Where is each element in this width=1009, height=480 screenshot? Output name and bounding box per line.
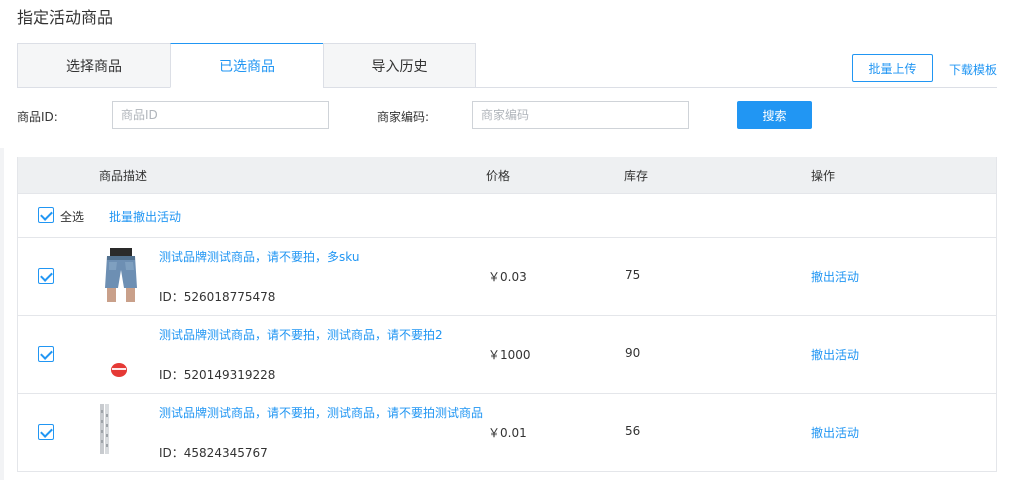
- product-stock: 75: [625, 268, 641, 282]
- header-price: 价格: [486, 169, 511, 183]
- merchant-code-input[interactable]: [472, 101, 689, 129]
- product-id: ID：526018775478: [159, 290, 276, 304]
- product-stock: 90: [625, 346, 641, 360]
- bulk-withdraw-link[interactable]: 批量撤出活动: [109, 208, 181, 225]
- product-id-input[interactable]: [112, 101, 329, 129]
- table-header: 商品描述 价格 库存 操作: [18, 157, 996, 193]
- product-id-label: 商品ID:: [17, 110, 58, 124]
- product-id: ID：45824345767: [159, 446, 268, 460]
- tab-bar: 选择商品 已选商品 导入历史: [17, 43, 476, 88]
- tab-import-history[interactable]: 导入历史: [323, 43, 476, 88]
- withdraw-link[interactable]: 撤出活动: [811, 346, 859, 363]
- search-button[interactable]: 搜索: [737, 101, 812, 129]
- red-badge-image: [100, 326, 142, 380]
- product-price: ￥1000: [488, 348, 531, 362]
- tab-selected-products[interactable]: 已选商品: [170, 43, 323, 88]
- download-template-link[interactable]: 下载模板: [949, 61, 997, 78]
- denim-shorts-image: [100, 248, 142, 302]
- row-checkbox[interactable]: [38, 424, 54, 440]
- row-checkbox[interactable]: [38, 346, 54, 362]
- tab-select-products[interactable]: 选择商品: [17, 43, 170, 88]
- withdraw-link[interactable]: 撤出活动: [811, 424, 859, 441]
- product-id: ID：520149319228: [159, 368, 276, 382]
- side-strip: [0, 148, 4, 480]
- table-row: 测试品牌测试商品，请不要拍，测试商品，请不要拍2 ID：520149319228…: [18, 315, 996, 393]
- withdraw-link[interactable]: 撤出活动: [811, 268, 859, 285]
- table-row: 测试品牌测试商品，请不要拍，多sku ID：526018775478 ￥0.03…: [18, 237, 996, 315]
- header-operation: 操作: [811, 169, 836, 183]
- product-price: ￥0.01: [488, 426, 527, 440]
- product-title-link[interactable]: 测试品牌测试商品，请不要拍，多sku: [159, 248, 359, 265]
- table-row: 测试品牌测试商品，请不要拍，测试商品，请不要拍测试商品 ID：458243457…: [18, 393, 996, 471]
- header-stock: 库存: [624, 169, 649, 183]
- select-all-row: 全选 批量撤出活动: [18, 193, 996, 237]
- select-all-label: 全选: [60, 210, 85, 224]
- product-table: 商品描述 价格 库存 操作 全选 批量撤出活动 测试品牌测试商品，请不要拍，多s…: [17, 157, 997, 472]
- row-checkbox[interactable]: [38, 268, 54, 284]
- page-title: 指定活动商品: [17, 8, 114, 27]
- product-stock: 56: [625, 424, 641, 438]
- select-all-checkbox[interactable]: [38, 207, 54, 223]
- bulk-upload-button[interactable]: 批量上传: [852, 54, 933, 82]
- gray-strips-image: [100, 404, 142, 458]
- product-price: ￥0.03: [488, 270, 527, 284]
- tab-divider: [476, 87, 997, 88]
- product-title-link[interactable]: 测试品牌测试商品，请不要拍，测试商品，请不要拍测试商品: [159, 404, 483, 421]
- header-description: 商品描述: [99, 169, 148, 183]
- product-title-link[interactable]: 测试品牌测试商品，请不要拍，测试商品，请不要拍2: [159, 326, 443, 343]
- merchant-code-label: 商家编码:: [377, 110, 430, 124]
